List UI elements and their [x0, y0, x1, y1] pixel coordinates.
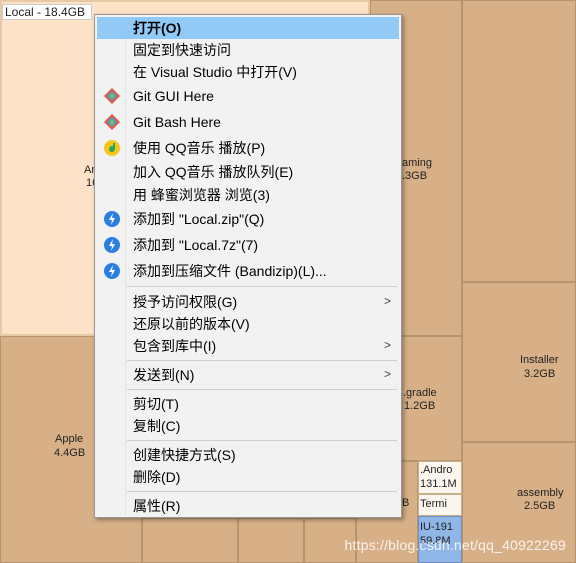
- menu-item-git-gui[interactable]: Git GUI Here: [97, 85, 399, 107]
- menu-item-grant-access[interactable]: 授予访问权限(G) >: [97, 291, 399, 313]
- menu-separator: [127, 491, 397, 492]
- blank-icon: [102, 40, 122, 60]
- menu-item-pin-quick-access[interactable]: 固定到快速访问: [97, 39, 399, 61]
- chevron-right-icon: >: [383, 294, 391, 308]
- treemap-label-gaming-name: aming: [402, 157, 432, 169]
- menu-item-add-7z[interactable]: 添加到 "Local.7z"(7): [97, 234, 399, 256]
- git-icon: [102, 86, 122, 106]
- treemap-label-andro-name: .Andro: [420, 464, 453, 476]
- blank-icon: [102, 416, 122, 436]
- treemap-label-iu-name: IU-191: [420, 521, 454, 533]
- menu-item-properties[interactable]: 属性(R): [97, 495, 399, 517]
- blank-icon: [102, 314, 122, 334]
- treemap-block-lower-mid[interactable]: [142, 518, 238, 563]
- blank-icon: [102, 162, 122, 182]
- menu-item-include-in-library[interactable]: 包含到库中(I) >: [97, 335, 399, 357]
- chevron-right-icon: >: [383, 338, 391, 352]
- menu-item-honey-browser[interactable]: 用 蜂蜜浏览器 浏览(3): [97, 184, 399, 206]
- treemap-label-installer-name: Installer: [520, 354, 559, 366]
- menu-item-open-visual-studio[interactable]: 在 Visual Studio 中打开(V): [97, 61, 399, 83]
- menu-item-add-zip[interactable]: 添加到 "Local.zip"(Q): [97, 208, 399, 230]
- blank-icon: [102, 394, 122, 414]
- blank-icon: [102, 18, 122, 38]
- treemap-label-apple-name: Apple: [55, 433, 84, 445]
- treemap-label-termi-name: Termi: [420, 498, 447, 510]
- treemap-label-gradle-name: .gradle: [403, 387, 437, 399]
- menu-item-restore-versions[interactable]: 还原以前的版本(V): [97, 313, 399, 335]
- bandizip-icon: [102, 235, 122, 255]
- blank-icon: [102, 185, 122, 205]
- treemap-label-installer-size: 3.2GB: [524, 368, 556, 380]
- menu-item-open[interactable]: 打开(O): [97, 17, 399, 39]
- blank-icon: [102, 62, 122, 82]
- menu-item-create-shortcut[interactable]: 创建快捷方式(S): [97, 444, 399, 466]
- bandizip-icon: [102, 209, 122, 229]
- menu-item-qq-music-play[interactable]: 使用 QQ音乐 播放(P): [97, 137, 399, 159]
- treemap-label-assembly-name: assembly: [517, 487, 564, 499]
- blank-icon: [102, 467, 122, 487]
- qq-music-icon: [102, 138, 122, 158]
- menu-separator: [127, 389, 397, 390]
- blank-icon: [102, 292, 122, 312]
- blank-icon: [102, 365, 122, 385]
- treemap-block-right-col[interactable]: [462, 0, 576, 282]
- menu-item-qq-music-queue[interactable]: 加入 QQ音乐 播放队列(E): [97, 161, 399, 183]
- treemap-label-andro-size: 131.1M: [420, 478, 457, 490]
- menu-item-delete[interactable]: 删除(D): [97, 466, 399, 488]
- treemap-label-apple-size: 4.4GB: [54, 447, 86, 459]
- treemap-title-local: Local - 18.4GB: [2, 4, 93, 20]
- treemap-label-gradle-size: 1.2GB: [404, 400, 436, 412]
- menu-item-copy[interactable]: 复制(C): [97, 415, 399, 437]
- menu-item-cut[interactable]: 剪切(T): [97, 393, 399, 415]
- menu-item-send-to[interactable]: 发送到(N) >: [97, 364, 399, 386]
- git-icon: [102, 112, 122, 132]
- treemap-label-b-name: B: [402, 497, 410, 509]
- watermark: https://blog.csdn.net/qq_40922269: [344, 537, 566, 553]
- treemap-label-gaming-size: .3GB: [402, 170, 428, 182]
- menu-item-git-bash[interactable]: Git Bash Here: [97, 111, 399, 133]
- blank-icon: [102, 496, 122, 516]
- treemap-block-lower-mid2[interactable]: [238, 518, 304, 563]
- menu-separator: [127, 440, 397, 441]
- context-menu: 打开(O) 固定到快速访问 在 Visual Studio 中打开(V) Git…: [94, 14, 402, 518]
- blank-icon: [102, 336, 122, 356]
- chevron-right-icon: >: [383, 367, 391, 381]
- menu-item-add-archive-bandizip[interactable]: 添加到压缩文件 (Bandizip)(L)...: [97, 260, 399, 282]
- menu-separator: [127, 286, 397, 287]
- bandizip-icon: [102, 261, 122, 281]
- treemap-label-assembly-size: 2.5GB: [524, 500, 556, 512]
- blank-icon: [102, 445, 122, 465]
- menu-separator: [127, 360, 397, 361]
